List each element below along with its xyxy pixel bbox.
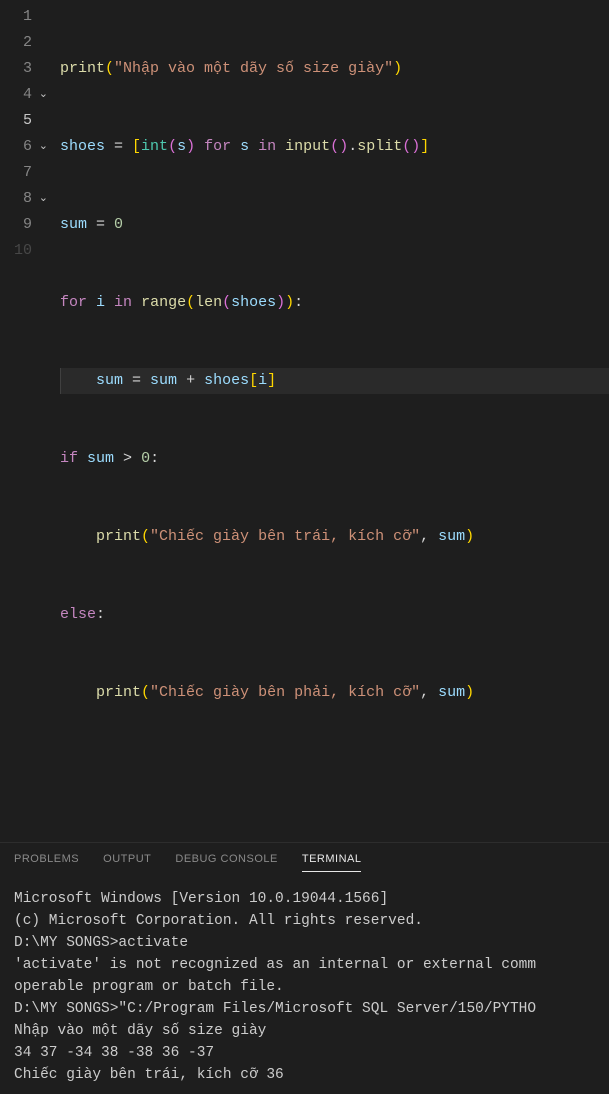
line-number: 5: [0, 108, 50, 134]
line-number: 3: [0, 56, 50, 82]
terminal-line: operable program or batch file.: [14, 976, 595, 998]
terminal-line: D:\MY SONGS>"C:/Program Files/Microsoft …: [14, 998, 595, 1020]
line-number: 8⌄: [0, 186, 50, 212]
code-area[interactable]: print("Nhập vào một dãy số size giày") s…: [50, 4, 609, 836]
code-line[interactable]: shoes = [int(s) for s in input().split()…: [60, 134, 609, 160]
line-number: 9: [0, 212, 50, 238]
terminal-line: Microsoft Windows [Version 10.0.19044.15…: [14, 888, 595, 910]
terminal-line: 'activate' is not recognized as an inter…: [14, 954, 595, 976]
line-number: 1: [0, 4, 50, 30]
fold-chevron-icon[interactable]: ⌄: [39, 82, 48, 108]
fold-chevron-icon[interactable]: ⌄: [39, 134, 48, 160]
line-number: 6⌄: [0, 134, 50, 160]
code-line[interactable]: for i in range(len(shoes)):: [60, 290, 609, 316]
terminal-line: Chiếc giày bên trái, kích cỡ 36: [14, 1064, 595, 1086]
line-number-gutter: 1 2 3 4⌄ 5 6⌄ 7 8⌄ 9 10: [0, 4, 50, 836]
terminal-line: Nhập vào một dãy số size giày: [14, 1020, 595, 1042]
terminal-line: 34 37 -34 38 -38 36 -37: [14, 1042, 595, 1064]
line-number: 2: [0, 30, 50, 56]
fold-chevron-icon[interactable]: ⌄: [39, 186, 48, 212]
terminal-line: D:\MY SONGS>activate: [14, 932, 595, 954]
code-line[interactable]: sum = 0: [60, 212, 609, 238]
code-line[interactable]: if sum > 0:: [60, 446, 609, 472]
code-line[interactable]: print("Chiếc giày bên trái, kích cỡ", su…: [60, 524, 609, 550]
tab-terminal[interactable]: TERMINAL: [302, 853, 362, 872]
panel-tabs: PROBLEMS OUTPUT DEBUG CONSOLE TERMINAL: [0, 843, 609, 880]
code-line[interactable]: else:: [60, 602, 609, 628]
tab-output[interactable]: OUTPUT: [103, 853, 151, 872]
code-editor[interactable]: 1 2 3 4⌄ 5 6⌄ 7 8⌄ 9 10 print("Nhập vào …: [0, 0, 609, 836]
tab-problems[interactable]: PROBLEMS: [14, 853, 79, 872]
line-number: 4⌄: [0, 82, 50, 108]
bottom-panel: PROBLEMS OUTPUT DEBUG CONSOLE TERMINAL M…: [0, 842, 609, 1094]
code-line[interactable]: sum = sum + shoes[i]: [60, 368, 609, 394]
code-line[interactable]: [60, 758, 609, 784]
terminal-line: (c) Microsoft Corporation. All rights re…: [14, 910, 595, 932]
line-number: 7: [0, 160, 50, 186]
code-line[interactable]: print("Chiếc giày bên phải, kích cỡ", su…: [60, 680, 609, 706]
terminal-output[interactable]: Microsoft Windows [Version 10.0.19044.15…: [0, 880, 609, 1094]
code-line[interactable]: print("Nhập vào một dãy số size giày"): [60, 56, 609, 82]
tab-debug-console[interactable]: DEBUG CONSOLE: [175, 853, 277, 872]
line-number: 10: [0, 238, 50, 264]
